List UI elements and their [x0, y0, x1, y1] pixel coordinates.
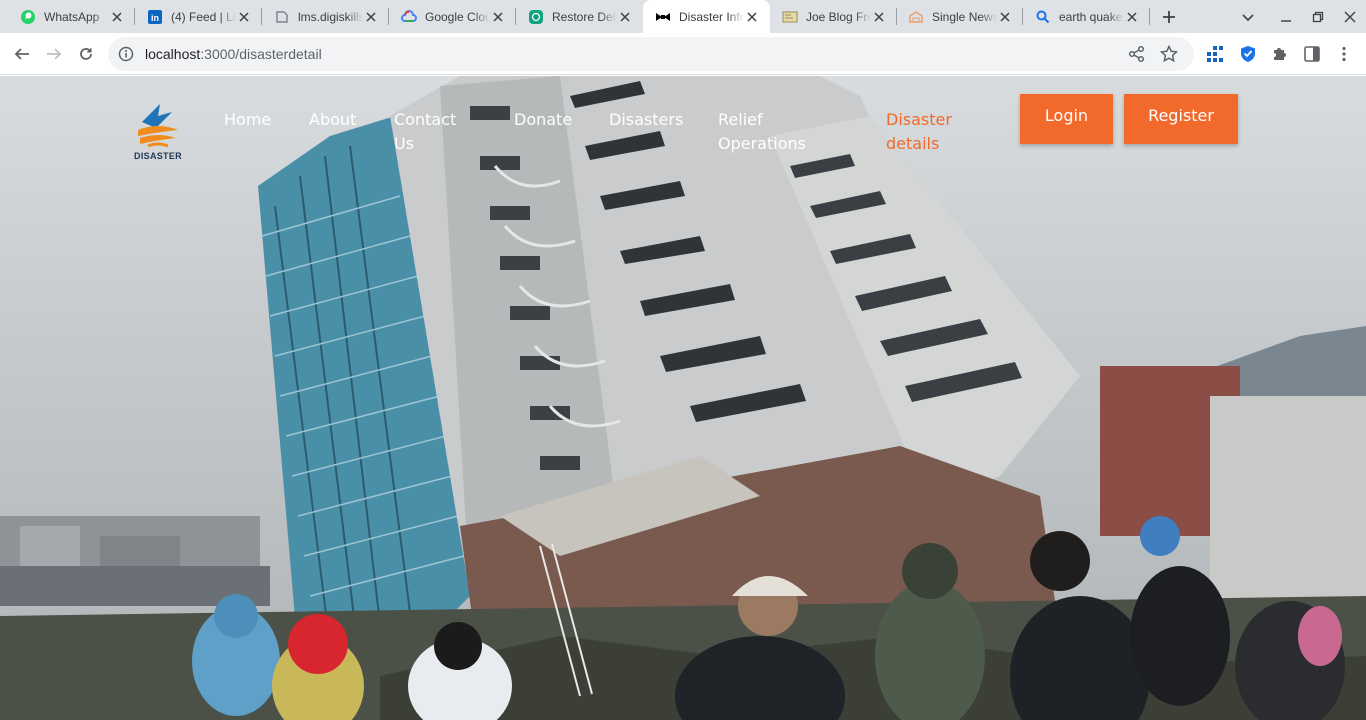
tab-title: lms.digiskills.pk: [298, 9, 363, 24]
bookmark-star-icon[interactable]: [1160, 45, 1178, 63]
tab-whatsapp[interactable]: WhatsApp: [8, 0, 135, 33]
nav-about[interactable]: About: [309, 108, 356, 132]
shield-icon[interactable]: [1239, 45, 1257, 63]
url-text[interactable]: localhost:3000/disasterdetail: [145, 46, 322, 62]
search-icon: [1035, 9, 1051, 25]
close-icon[interactable]: [363, 9, 379, 25]
close-icon: [1344, 11, 1356, 23]
svg-text:in: in: [151, 13, 159, 23]
reload-icon: [80, 48, 92, 60]
site-navbar: DISASTER Home About Contact Us Donate Di…: [0, 76, 1366, 186]
url-host: localhost: [145, 46, 201, 62]
close-window-button[interactable]: [1339, 6, 1361, 28]
restore-icon: [1312, 11, 1324, 23]
bow-icon: [655, 9, 671, 25]
close-icon[interactable]: [997, 9, 1013, 25]
site-logo[interactable]: DISASTER: [134, 102, 182, 162]
whatsapp-icon: [20, 9, 36, 25]
plus-icon: [1163, 11, 1175, 23]
nav-donate[interactable]: Donate: [514, 108, 572, 132]
logo-text: DISASTER: [134, 151, 182, 161]
extension-grid-icon[interactable]: [1206, 45, 1224, 63]
close-icon[interactable]: [617, 9, 633, 25]
back-button[interactable]: [10, 42, 34, 66]
arrow-left-icon: [14, 48, 29, 60]
login-button[interactable]: Login: [1020, 94, 1113, 144]
page-viewport: DISASTER Home About Contact Us Donate Di…: [0, 76, 1366, 720]
google-cloud-icon: [401, 9, 417, 25]
minimize-button[interactable]: [1275, 6, 1297, 28]
tab-restore[interactable]: Restore Deleted: [516, 0, 643, 33]
restore-button[interactable]: [1307, 6, 1329, 28]
tab-joe-blog[interactable]: Joe Blog Free: [770, 0, 897, 33]
close-icon[interactable]: [109, 9, 125, 25]
nav-home[interactable]: Home: [224, 108, 271, 132]
tab-linkedin[interactable]: in (4) Feed | LinkedIn: [135, 0, 262, 33]
news-icon: [908, 9, 924, 25]
chatgpt-icon: [528, 9, 544, 25]
tab-google-cloud[interactable]: Google Cloud: [389, 0, 516, 33]
extensions-puzzle-icon[interactable]: [1271, 45, 1289, 63]
close-icon[interactable]: [871, 9, 887, 25]
blog-icon: [782, 9, 798, 25]
share-icon[interactable]: [1128, 45, 1146, 63]
linkedin-icon: in: [147, 9, 163, 25]
tab-single-news[interactable]: Single News: [896, 0, 1023, 33]
tab-title: (4) Feed | LinkedIn: [171, 9, 236, 24]
register-button[interactable]: Register: [1124, 94, 1238, 144]
minimize-icon: [1281, 20, 1291, 22]
close-icon[interactable]: [1124, 9, 1140, 25]
tab-title: WhatsApp: [44, 9, 100, 24]
kebab-menu-icon[interactable]: [1335, 45, 1353, 63]
new-tab-button[interactable]: [1158, 6, 1180, 28]
url-path: :3000/disasterdetail: [200, 46, 322, 62]
close-icon[interactable]: [744, 9, 760, 25]
tab-title: Single News: [932, 9, 997, 24]
info-icon[interactable]: [118, 46, 134, 62]
nav-contact-us[interactable]: Contact Us: [394, 108, 466, 156]
chevron-down-icon: [1242, 14, 1254, 22]
lms-icon: [274, 9, 290, 25]
side-panel-icon[interactable]: [1303, 45, 1321, 63]
nav-relief-operations[interactable]: Relief Operations: [718, 108, 818, 156]
tab-earth-quake[interactable]: earth quake: [1023, 0, 1150, 33]
browser-toolbar: localhost:3000/disasterdetail: [0, 33, 1366, 75]
tab-search-button[interactable]: [1237, 6, 1259, 28]
tab-title: Google Cloud: [425, 9, 490, 24]
browser-tab-strip: WhatsApp in (4) Feed | LinkedIn lms.digi…: [0, 0, 1366, 33]
address-bar[interactable]: localhost:3000/disasterdetail: [108, 37, 1194, 71]
disaster-logo-icon: [138, 104, 178, 148]
tab-title: Disaster Info: [679, 9, 744, 24]
close-icon[interactable]: [490, 9, 506, 25]
tab-divider: [1149, 8, 1150, 25]
forward-button[interactable]: [42, 42, 66, 66]
tab-title: Joe Blog Free: [806, 9, 871, 24]
reload-button[interactable]: [74, 42, 98, 66]
arrow-right-icon: [47, 48, 62, 60]
tab-lms[interactable]: lms.digiskills.pk: [262, 0, 389, 33]
close-icon[interactable]: [236, 9, 252, 25]
tab-disaster-info[interactable]: Disaster Info: [643, 0, 770, 33]
nav-disasters[interactable]: Disasters: [609, 108, 683, 132]
tab-title: earth quake: [1059, 9, 1123, 24]
tab-title: Restore Deleted: [552, 9, 617, 24]
nav-disaster-details[interactable]: Disaster details: [886, 108, 966, 156]
